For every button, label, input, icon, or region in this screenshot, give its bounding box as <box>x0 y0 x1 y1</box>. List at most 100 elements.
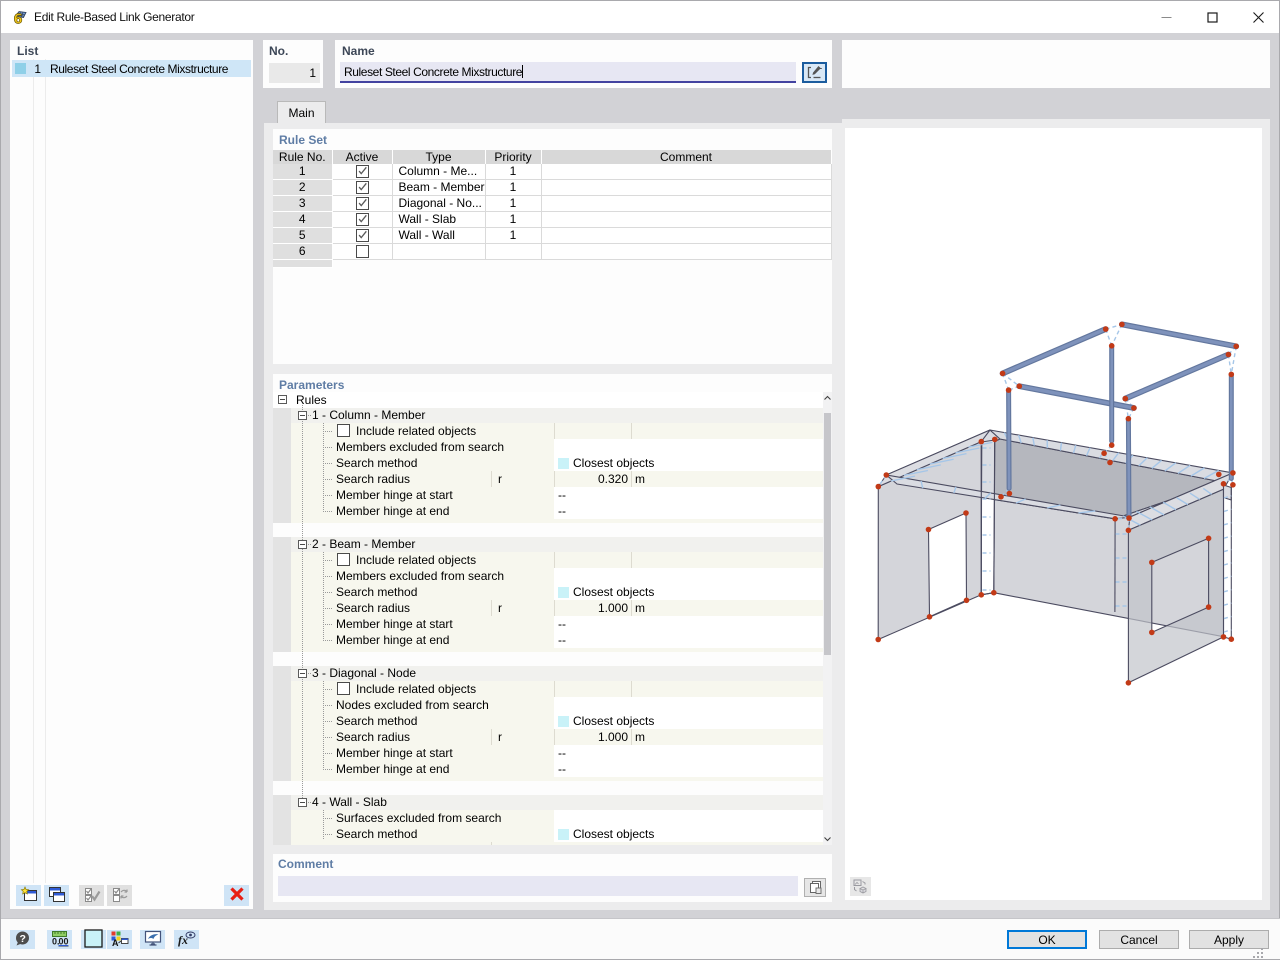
checkbox-unchecked[interactable] <box>337 553 350 566</box>
tree-param-row[interactable]: Search method Closest objects <box>273 713 823 729</box>
rule-table-row[interactable]: 3 Diagonal - No... 1 <box>273 196 832 212</box>
name-input[interactable]: Ruleset Steel Concrete Mixstructure <box>340 62 796 83</box>
rule-active-cell[interactable] <box>332 164 393 180</box>
checkbox-unchecked[interactable] <box>355 245 369 258</box>
checkbox-unchecked[interactable] <box>337 424 350 437</box>
tree-group-header[interactable]: 2 - Beam - Member <box>273 537 823 552</box>
rule-table-row[interactable]: 6 <box>273 244 832 260</box>
delete-item-button[interactable] <box>224 885 249 906</box>
color-swatch-button[interactable] <box>81 928 106 949</box>
viewport-3d[interactable] <box>845 128 1262 900</box>
rule-type-cell[interactable]: Diagonal - No... <box>392 196 486 212</box>
rule-priority-cell[interactable]: 1 <box>485 196 542 212</box>
checkbox-checked[interactable] <box>355 165 369 178</box>
formula-visibility-button[interactable]: fx <box>174 930 199 949</box>
checkbox-checked[interactable] <box>355 181 369 194</box>
rule-table-row[interactable]: 1 Column - Me... 1 <box>273 164 832 180</box>
tree-param-row[interactable]: Search method Closest objects <box>273 455 823 471</box>
tree-param-row[interactable]: Search radius r 0.320 m <box>273 471 823 487</box>
help-button[interactable]: ? <box>10 930 35 949</box>
tree-param-row[interactable]: Include related objects <box>273 423 823 439</box>
check-all-button[interactable] <box>79 885 104 906</box>
units-button[interactable]: 0. 00 <box>47 930 72 949</box>
new-item-button[interactable] <box>16 885 41 906</box>
rule-table-row[interactable]: 2 Beam - Member 1 <box>273 180 832 196</box>
tree-param-row[interactable]: Search method Closest objects <box>273 584 823 600</box>
checkbox-unchecked[interactable] <box>337 682 350 695</box>
rule-priority-cell[interactable]: 1 <box>485 180 542 196</box>
close-button[interactable] <box>1235 1 1280 33</box>
tree-param-row[interactable]: Search radius r 1.000 m <box>273 600 823 616</box>
resize-grip[interactable] <box>1251 946 1265 960</box>
tree-param-row[interactable]: Members excluded from search <box>273 439 823 455</box>
tree-param-row[interactable]: Member hinge at start -- <box>273 487 823 503</box>
copy-item-button[interactable] <box>44 885 69 906</box>
rule-comment-cell[interactable] <box>541 244 832 260</box>
rule-table-row[interactable]: 5 Wall - Wall 1 <box>273 228 832 244</box>
checkbox-checked[interactable] <box>355 213 369 226</box>
rule-priority-cell[interactable]: 1 <box>485 212 542 228</box>
rule-active-cell[interactable] <box>332 244 393 260</box>
tree-param-value[interactable]: 1.000 <box>554 601 628 615</box>
tree-param-row[interactable]: Nodes excluded from search <box>273 697 823 713</box>
rule-active-cell[interactable] <box>332 180 393 196</box>
rule-type-cell[interactable]: Column - Me... <box>392 164 486 180</box>
tree-param-value[interactable]: 0.320 <box>554 472 628 486</box>
tree-param-row[interactable]: Member hinge at start -- <box>273 745 823 761</box>
rule-comment-cell[interactable] <box>541 164 832 180</box>
tab-main[interactable]: Main <box>277 101 326 124</box>
tree-param-row[interactable]: Search method Closest objects <box>273 826 823 842</box>
scrollbar-thumb[interactable] <box>824 413 831 655</box>
tree-param-row[interactable]: Members excluded from search <box>273 568 823 584</box>
cancel-button[interactable]: Cancel <box>1099 930 1179 949</box>
tree-group-header[interactable]: 1 - Column - Member <box>273 408 823 423</box>
tree-param-value[interactable]: 1.000 <box>554 730 628 744</box>
minimize-button[interactable] <box>1143 1 1189 33</box>
maximize-button[interactable] <box>1189 1 1235 33</box>
rule-active-cell[interactable] <box>332 228 393 244</box>
rule-type-cell[interactable] <box>392 244 486 260</box>
comment-input[interactable] <box>278 876 798 896</box>
rule-type-cell[interactable]: Wall - Slab <box>392 212 486 228</box>
checkbox-checked[interactable] <box>355 229 369 242</box>
rule-type-cell[interactable]: Wall - Wall <box>392 228 486 244</box>
tree-collapse-group[interactable] <box>298 669 307 678</box>
scroll-down-icon[interactable] <box>824 835 831 842</box>
rule-comment-cell[interactable] <box>541 196 832 212</box>
tree-collapse-group[interactable] <box>298 411 307 420</box>
parameters-scrollbar[interactable] <box>823 392 832 845</box>
rule-comment-cell[interactable] <box>541 180 832 196</box>
rule-priority-cell[interactable]: 1 <box>485 164 542 180</box>
tree-collapse-root[interactable] <box>278 395 287 404</box>
monitor-button[interactable] <box>140 930 165 949</box>
list-item[interactable]: 1 Ruleset Steel Concrete Mixstructure <box>12 60 251 77</box>
rule-comment-cell[interactable] <box>541 228 832 244</box>
rule-priority-cell[interactable] <box>485 244 542 260</box>
tree-param-row[interactable]: Member hinge at end -- <box>273 632 823 648</box>
rule-active-cell[interactable] <box>332 212 393 228</box>
tree-collapse-group[interactable] <box>298 540 307 549</box>
tree-param-row[interactable]: Search radius r 1.000 m <box>273 729 823 745</box>
tree-collapse-group[interactable] <box>298 798 307 807</box>
tree-param-row[interactable]: Member hinge at end -- <box>273 761 823 777</box>
rule-comment-cell[interactable] <box>541 212 832 228</box>
checkbox-checked[interactable] <box>355 197 369 210</box>
tree-param-row[interactable]: Include related objects <box>273 552 823 568</box>
rule-type-cell[interactable]: Beam - Member <box>392 180 486 196</box>
tree-group-header[interactable]: 4 - Wall - Slab <box>273 795 823 810</box>
tree-param-row[interactable]: Include related objects <box>273 681 823 697</box>
sync-view-button[interactable] <box>850 877 871 896</box>
scroll-up-icon[interactable] <box>824 395 831 402</box>
toggle-check-button[interactable] <box>107 885 132 906</box>
rule-table-row[interactable]: 4 Wall - Slab 1 <box>273 212 832 228</box>
rule-priority-cell[interactable]: 1 <box>485 228 542 244</box>
comment-copy-button[interactable] <box>804 878 826 897</box>
tree-param-row[interactable]: Member hinge at end -- <box>273 503 823 519</box>
ok-button[interactable]: OK <box>1007 930 1087 949</box>
tree-root-row[interactable]: Rules <box>273 392 823 408</box>
rename-button[interactable] <box>802 62 827 83</box>
tree-group-header[interactable]: 3 - Diagonal - Node <box>273 666 823 681</box>
display-properties-button[interactable]: A <box>107 930 132 949</box>
rule-active-cell[interactable] <box>332 196 393 212</box>
tree-param-row[interactable]: Surfaces excluded from search <box>273 810 823 826</box>
